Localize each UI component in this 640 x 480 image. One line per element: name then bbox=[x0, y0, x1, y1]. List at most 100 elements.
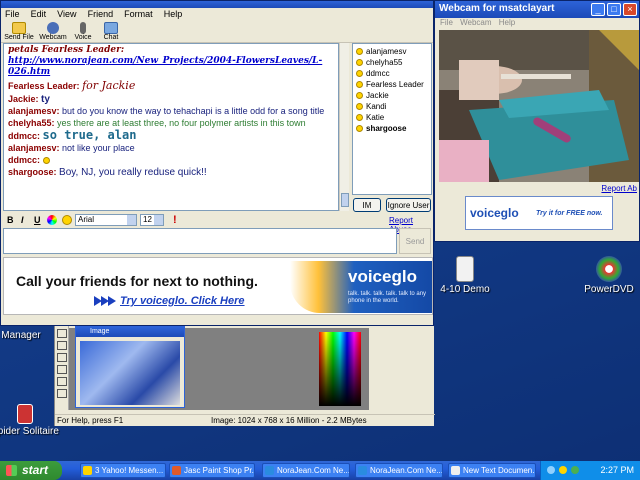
message-author[interactable]: ddmcc: bbox=[8, 155, 40, 165]
taskbar-item-norajean-1[interactable]: NoraJean.Com Ne... bbox=[262, 463, 350, 478]
user-name: Jackie bbox=[366, 91, 389, 100]
message-text: not like your place bbox=[62, 143, 135, 153]
menu-file[interactable]: File bbox=[5, 8, 20, 21]
underline-button[interactable]: U bbox=[34, 215, 41, 225]
webcam-menu-file[interactable]: File bbox=[440, 18, 453, 27]
chat-titlebar[interactable] bbox=[1, 1, 433, 8]
chat-log-scrollbar[interactable] bbox=[339, 43, 349, 211]
user-status-icon bbox=[356, 48, 363, 56]
volume-icon[interactable] bbox=[559, 466, 567, 474]
menu-edit[interactable]: Edit bbox=[31, 8, 47, 21]
user-list-item[interactable]: chelyha55 bbox=[356, 57, 428, 68]
ignore-user-button[interactable]: Ignore User bbox=[386, 198, 431, 212]
message-author[interactable]: alanjamesv: bbox=[8, 106, 60, 116]
user-name: Fearless Leader bbox=[366, 80, 424, 89]
taskbar-item-new-text-document[interactable]: New Text Documen... bbox=[448, 463, 536, 478]
close-icon[interactable]: × bbox=[623, 3, 637, 16]
taskbar-item-paint-shop-pro[interactable]: Jasc Paint Shop Pr... bbox=[169, 463, 255, 478]
voiceglo-ad-banner[interactable]: Call your friends for next to nothing. T… bbox=[3, 257, 433, 315]
font-select[interactable]: Arial bbox=[75, 214, 137, 226]
menu-format[interactable]: Format bbox=[124, 8, 153, 21]
user-list-item[interactable]: Kandi bbox=[356, 101, 428, 112]
internet-explorer-icon bbox=[358, 466, 367, 475]
message-author[interactable]: ddmcc: bbox=[8, 131, 40, 141]
image-thumbnail-titlebar: Image bbox=[76, 327, 184, 337]
ad-link[interactable]: Try voiceglo. Click Here bbox=[120, 295, 245, 307]
bold-button[interactable]: B bbox=[7, 215, 14, 225]
brush-tool-icon[interactable] bbox=[57, 377, 67, 386]
color-palette[interactable] bbox=[319, 332, 361, 406]
user-list-item[interactable]: shargoose bbox=[356, 123, 428, 134]
eraser-tool-icon[interactable] bbox=[57, 389, 67, 398]
send-file-button[interactable]: Send File bbox=[1, 22, 37, 41]
clock[interactable]: 2:27 PM bbox=[600, 461, 634, 480]
webcam-window: Webcam for msatclayart _ □ × File Webcam… bbox=[434, 0, 640, 242]
desktop-icon-demo[interactable]: 4-10 Demo bbox=[430, 256, 500, 295]
font-select-value: Arial bbox=[78, 215, 95, 224]
message-text: petals Fearless Leader: bbox=[8, 45, 125, 55]
message-author[interactable]: shargoose: bbox=[8, 167, 57, 177]
user-status-icon bbox=[356, 103, 363, 111]
chat-message: shargoose: Boy, NJ, you really reduse qu… bbox=[8, 167, 334, 178]
desktop-icon-label: 4-10 Demo bbox=[440, 284, 490, 295]
desktop-icon-spider-solitaire[interactable]: Spider Solitaire bbox=[0, 404, 60, 437]
taskbar: start 3 Yahoo! Messen... Jasc Paint Shop… bbox=[0, 461, 640, 480]
arrow-icon bbox=[94, 296, 116, 306]
taskbar-item-label: 3 Yahoo! Messen... bbox=[95, 466, 164, 475]
move-tool-icon[interactable] bbox=[57, 365, 67, 374]
font-size-select[interactable]: 12 bbox=[140, 214, 164, 226]
user-list-item[interactable]: Jackie bbox=[356, 90, 428, 101]
network-icon[interactable] bbox=[547, 466, 555, 474]
zoom-tool-icon[interactable] bbox=[57, 341, 67, 350]
menu-friend[interactable]: Friend bbox=[88, 8, 114, 21]
desktop-icon-label: Spider Solitaire bbox=[0, 426, 59, 437]
webcam-report-abuse-link[interactable]: Report Ab bbox=[601, 184, 637, 193]
italic-button[interactable]: I bbox=[21, 215, 24, 225]
message-input[interactable] bbox=[3, 228, 397, 254]
yahoo-messenger-icon bbox=[83, 466, 92, 475]
webcam-titlebar[interactable]: Webcam for msatclayart _ □ × bbox=[435, 1, 639, 18]
message-author[interactable]: Jackie: bbox=[8, 94, 39, 104]
desktop-icon-powerdvd[interactable]: PowerDVD bbox=[574, 256, 640, 295]
message-author[interactable]: chelyha55: bbox=[8, 118, 55, 128]
microphone-icon bbox=[80, 22, 86, 34]
chat-button[interactable]: Chat bbox=[93, 22, 129, 41]
scrollbar-thumb[interactable] bbox=[341, 193, 349, 207]
message-author[interactable]: alanjamesv: bbox=[8, 143, 60, 153]
minimize-icon[interactable]: _ bbox=[591, 3, 605, 16]
tool-palette bbox=[55, 326, 69, 410]
message-author[interactable]: Fearless Leader: bbox=[8, 81, 80, 91]
webcam-voiceglo-ad[interactable]: voiceglo Try it for FREE now. bbox=[465, 196, 613, 230]
chat-log: petals Fearless Leader: http://www.noraj… bbox=[3, 43, 339, 211]
webcam-menu-webcam[interactable]: Webcam bbox=[460, 18, 491, 27]
user-list-item[interactable]: ddmcc bbox=[356, 68, 428, 79]
selection-tool-icon[interactable] bbox=[57, 329, 67, 338]
ad-tagline: talk. talk. talk. talk. talk to any phon… bbox=[348, 291, 427, 304]
paint-shop-pro-icon bbox=[172, 466, 181, 475]
user-list-item[interactable]: Katie bbox=[356, 112, 428, 123]
menu-view[interactable]: View bbox=[57, 8, 76, 21]
text-color-icon[interactable] bbox=[47, 215, 57, 225]
image-thumbnail-window[interactable]: Image bbox=[75, 326, 185, 408]
desktop-icon-manager[interactable]: Manager bbox=[0, 330, 56, 341]
voiceglo-logo: voiceglo bbox=[348, 267, 417, 286]
emoticon-picker-icon[interactable] bbox=[62, 215, 72, 225]
user-list-item[interactable]: Fearless Leader bbox=[356, 79, 428, 90]
start-button[interactable]: start bbox=[0, 461, 62, 480]
user-list-item[interactable]: alanjamesv bbox=[356, 46, 428, 57]
maximize-icon[interactable]: □ bbox=[607, 3, 621, 16]
im-button[interactable]: IM bbox=[353, 198, 381, 212]
webcam-menu-help[interactable]: Help bbox=[499, 18, 515, 27]
messenger-tray-icon[interactable] bbox=[571, 466, 579, 474]
emoticon-icon bbox=[42, 157, 50, 165]
crop-tool-icon[interactable] bbox=[57, 353, 67, 362]
message-text: for Jackie bbox=[82, 79, 136, 92]
user-name: chelyha55 bbox=[366, 58, 403, 67]
alert-icon[interactable]: ! bbox=[173, 214, 177, 226]
chat-message: ddmcc: so true, alan bbox=[8, 129, 334, 142]
taskbar-item-norajean-2[interactable]: NoraJean.Com Ne... bbox=[355, 463, 443, 478]
message-link[interactable]: http://www.norajean.com/New_Projects/200… bbox=[8, 56, 322, 77]
taskbar-item-yahoo-messenger[interactable]: 3 Yahoo! Messen... bbox=[80, 463, 166, 478]
menu-help[interactable]: Help bbox=[164, 8, 183, 21]
send-button[interactable]: Send bbox=[399, 228, 431, 254]
